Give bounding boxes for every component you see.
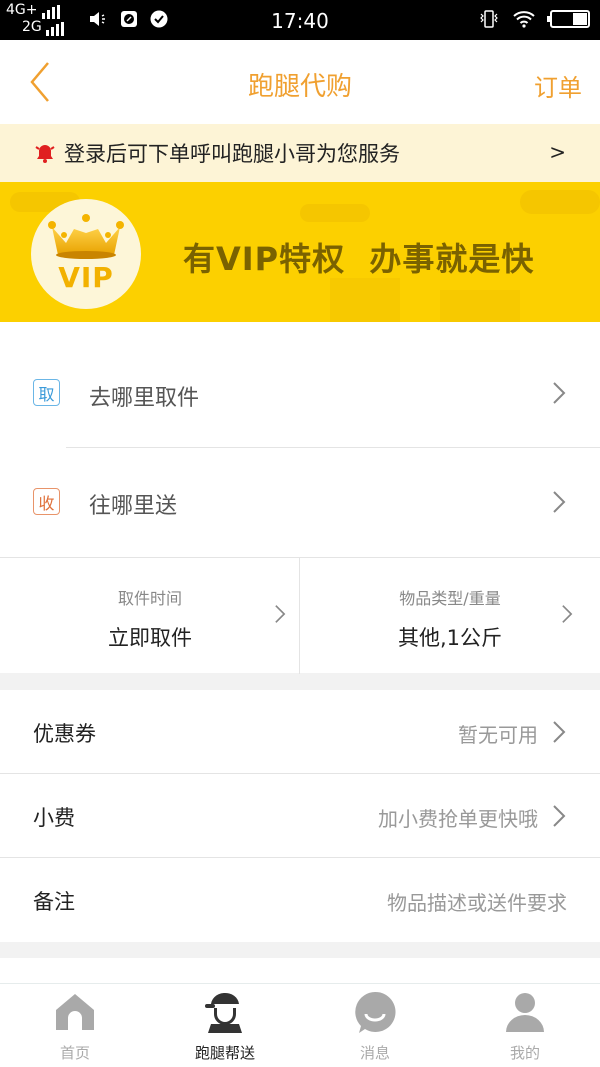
vip-slogan: 有VIP特权 办事就是快	[183, 240, 535, 278]
tab-messages-label: 消息	[359, 1044, 390, 1062]
item-type-cell[interactable]: 物品类型/重量 其他,1公斤	[300, 558, 600, 674]
battery-icon	[547, 10, 590, 28]
status-bar: 4G+ 2G 17:40	[0, 0, 600, 40]
address-card: 取 去哪里取件 收 往哪里送	[0, 322, 600, 557]
remark-input[interactable]: 物品描述或送件要求	[387, 887, 567, 916]
chevron-right-icon	[553, 721, 566, 743]
cloud-decoration	[300, 204, 370, 222]
pickup-time-value: 立即取件	[108, 626, 192, 650]
orders-button[interactable]: 订单	[534, 68, 582, 103]
tip-value: 加小费抢单更快哦	[378, 807, 538, 831]
tab-errand[interactable]: 跑腿帮送	[150, 984, 300, 1067]
tab-home[interactable]: 首页	[0, 984, 150, 1067]
remark-row[interactable]: 备注 物品描述或送件要求	[0, 858, 600, 942]
bell-icon	[35, 145, 55, 163]
delivery-address-label: 往哪里送	[89, 494, 178, 519]
tip-row[interactable]: 小费 加小费抢单更快哦	[0, 774, 600, 858]
nav-header: 跑腿代购 订单	[0, 40, 600, 124]
scroll-content-edge	[0, 958, 600, 983]
tab-home-label: 首页	[59, 1044, 90, 1062]
options-list: 优惠券 暂无可用 小费 加小费抢单更快哦 备注 物品描述或送件要求	[0, 690, 600, 942]
notice-arrow-icon: >	[549, 140, 566, 164]
crown-icon	[48, 214, 124, 259]
chevron-right-icon	[275, 605, 286, 623]
user-icon	[506, 993, 544, 1032]
login-notice-bar[interactable]: 登录后可下单呼叫跑腿小哥为您服务 >	[0, 124, 600, 182]
system-icons	[478, 10, 590, 28]
vip-banner[interactable]: VIP 有VIP特权 办事就是快	[0, 182, 600, 322]
vibrate-icon	[480, 10, 498, 28]
home-icon	[56, 994, 94, 1030]
coupon-row[interactable]: 优惠券 暂无可用	[0, 690, 600, 774]
bottom-tab-bar: 首页 跑腿帮送 消息 我的	[0, 983, 600, 1067]
page-title: 跑腿代购	[247, 72, 352, 102]
remark-label: 备注	[33, 890, 75, 914]
pickup-address-label: 去哪里取件	[89, 386, 200, 411]
tab-messages[interactable]: 消息	[300, 984, 450, 1067]
wifi-icon	[513, 11, 535, 28]
notice-text: 登录后可下单呼叫跑腿小哥为您服务	[64, 142, 400, 166]
vip-badge: VIP	[31, 199, 141, 309]
chevron-right-icon	[562, 605, 573, 623]
delivery-tag: 收	[33, 488, 60, 515]
tab-profile-label: 我的	[509, 1044, 540, 1062]
building-decoration	[330, 278, 400, 322]
coupon-label: 优惠券	[33, 722, 96, 746]
pickup-tag: 取	[33, 379, 60, 406]
pickup-address-row[interactable]: 取 去哪里取件	[0, 339, 600, 449]
courier-icon	[205, 992, 242, 1033]
delivery-address-row[interactable]: 收 往哪里送	[0, 448, 600, 558]
order-details-row: 取件时间 立即取件 物品类型/重量 其他,1公斤	[0, 557, 600, 674]
chevron-right-icon	[553, 491, 566, 513]
vip-badge-text: VIP	[58, 261, 114, 294]
tab-profile[interactable]: 我的	[450, 984, 600, 1067]
tab-errand-label: 跑腿帮送	[194, 1044, 255, 1062]
screen: 4G+ 2G 17:40 跑腿代购 订单 登录后可下单呼叫跑腿小哥为您服务 > …	[0, 0, 600, 1067]
chevron-right-icon	[553, 382, 566, 404]
tip-label: 小费	[33, 806, 75, 830]
item-type-label: 物品类型/重量	[399, 589, 501, 608]
pickup-time-cell[interactable]: 取件时间 立即取件	[0, 558, 300, 674]
cloud-decoration	[520, 190, 600, 214]
item-type-value: 其他,1公斤	[397, 626, 503, 650]
pickup-time-label: 取件时间	[117, 589, 182, 608]
message-icon	[355, 991, 396, 1033]
coupon-value: 暂无可用	[458, 723, 538, 747]
building-decoration	[440, 290, 520, 322]
chevron-right-icon	[553, 805, 566, 827]
